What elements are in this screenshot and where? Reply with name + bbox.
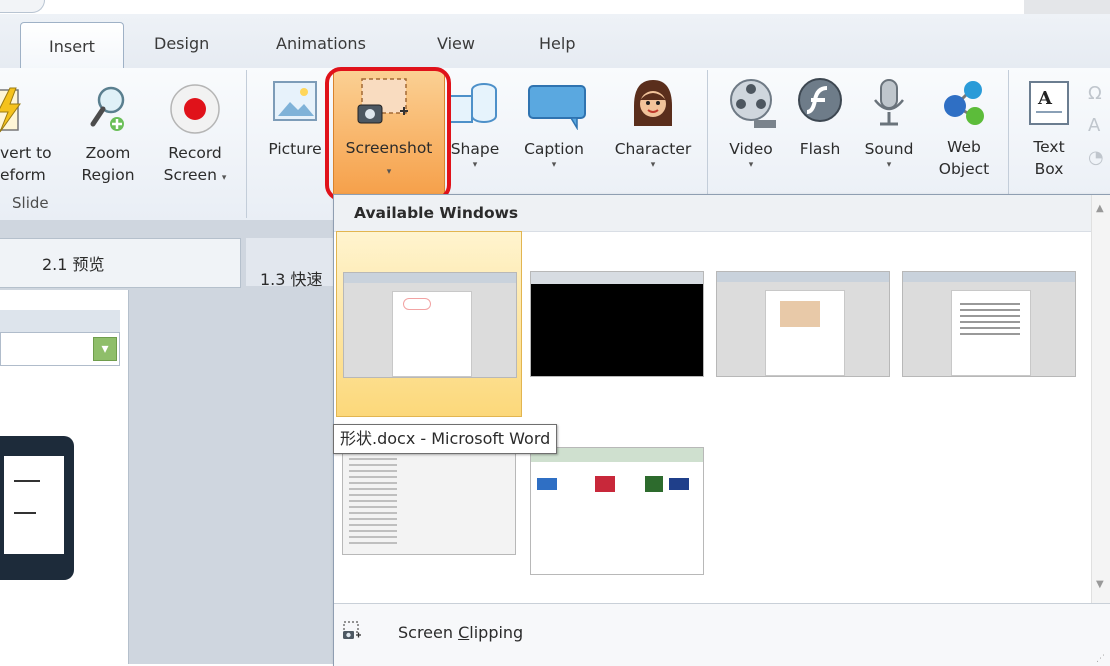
lightning-icon [0,82,40,136]
scroll-up-icon[interactable]: ▲ [1096,203,1104,214]
slide-group: vert to eform Zoom Region Record Screen … [0,70,247,218]
slide-thumbnail-page [4,456,64,554]
title-strip [0,0,1110,14]
web-object-icon [937,76,991,130]
chevron-down-icon: ▾ [551,160,557,170]
gallery-header: Available Windows [334,195,1091,232]
record-icon [168,82,222,136]
zoom-magnifier-icon [81,82,135,136]
zoom-region-button[interactable]: Zoom Region [70,82,146,186]
text-box-button[interactable]: A Text Box [1014,76,1084,180]
window-tooltip: 形状.docx - Microsoft Word [333,424,558,454]
tab-outline-1-3[interactable]: 1.3 快速 [246,238,336,289]
microphone-icon [862,76,916,130]
window-preview [902,271,1076,377]
chevron-down-icon: ▾ [221,173,227,183]
slide-panel: ▾ [0,290,129,664]
tab-view[interactable]: View [437,34,475,53]
left-pane: 2.1 预览 1.3 快速 ▾ [0,220,336,664]
tab-design[interactable]: Design [154,34,209,53]
scroll-down-icon[interactable]: ▼ [1096,579,1104,590]
record-screen-button[interactable]: Record Screen ▾ [150,82,240,186]
resize-grip-icon[interactable]: ⋰ [1096,654,1106,664]
screen-clipping-label: Screen Clipping [398,623,524,642]
app-menu-button[interactable] [0,0,45,13]
caption-icon [527,76,586,131]
window-thumbnail[interactable] [898,231,1078,415]
window-preview [530,271,704,377]
film-reel-icon [724,76,778,130]
chevron-down-icon: ▾ [472,160,478,170]
window-preview [716,271,890,377]
caption-button[interactable]: Caption ▾ [514,76,594,170]
text-extra-icons: Ω A ◔ [1088,83,1104,168]
picture-button[interactable]: Picture [260,76,330,160]
character-avatar-icon [626,76,680,130]
window-preview [530,447,704,575]
screen-clipping-icon [342,620,362,646]
sound-button[interactable]: Sound ▾ [856,76,922,170]
window-thumbnail[interactable] [336,231,522,417]
window-preview [343,272,517,378]
screen-clipping-item[interactable]: Screen Clipping ⋰ [334,603,1110,666]
video-button[interactable]: Video ▾ [716,76,786,170]
gallery-scrollbar[interactable]: ▲ ▼ [1091,195,1110,603]
web-object-button[interactable]: Web Object [924,76,1004,180]
title-strip-right [1024,0,1110,14]
panel-header [0,310,120,332]
ribbon-tab-bar: Insert Design Animations View Help [0,14,1110,69]
text-box-icon: A [1022,76,1076,130]
slide-group-label: Slide [12,194,49,212]
svg-text:A: A [1037,88,1053,109]
window-thumbnail[interactable] [526,231,706,415]
highlight-frame [325,67,451,201]
convert-to-freeform-button[interactable]: vert to eform [0,82,70,186]
panel-select[interactable]: ▾ [0,332,120,366]
tab-outline-2-1[interactable]: 2.1 预览 [0,238,241,288]
tab-animations[interactable]: Animations [276,34,366,53]
tab-insert[interactable]: Insert [20,22,124,69]
shape-icon [448,76,502,130]
flash-button[interactable]: Flash [788,76,852,160]
chevron-down-icon[interactable]: ▾ [93,337,117,361]
window-thumbnail[interactable] [712,231,892,415]
chevron-down-icon: ▾ [650,160,656,170]
chevron-down-icon: ▾ [886,160,892,170]
chevron-down-icon: ▾ [748,160,754,170]
tab-help[interactable]: Help [539,34,575,53]
shape-button[interactable]: Shape ▾ [446,76,504,170]
character-button[interactable]: Character ▾ [604,76,702,170]
slide-thumbnail[interactable] [0,436,74,580]
flash-icon [793,76,847,130]
picture-icon [268,76,322,130]
